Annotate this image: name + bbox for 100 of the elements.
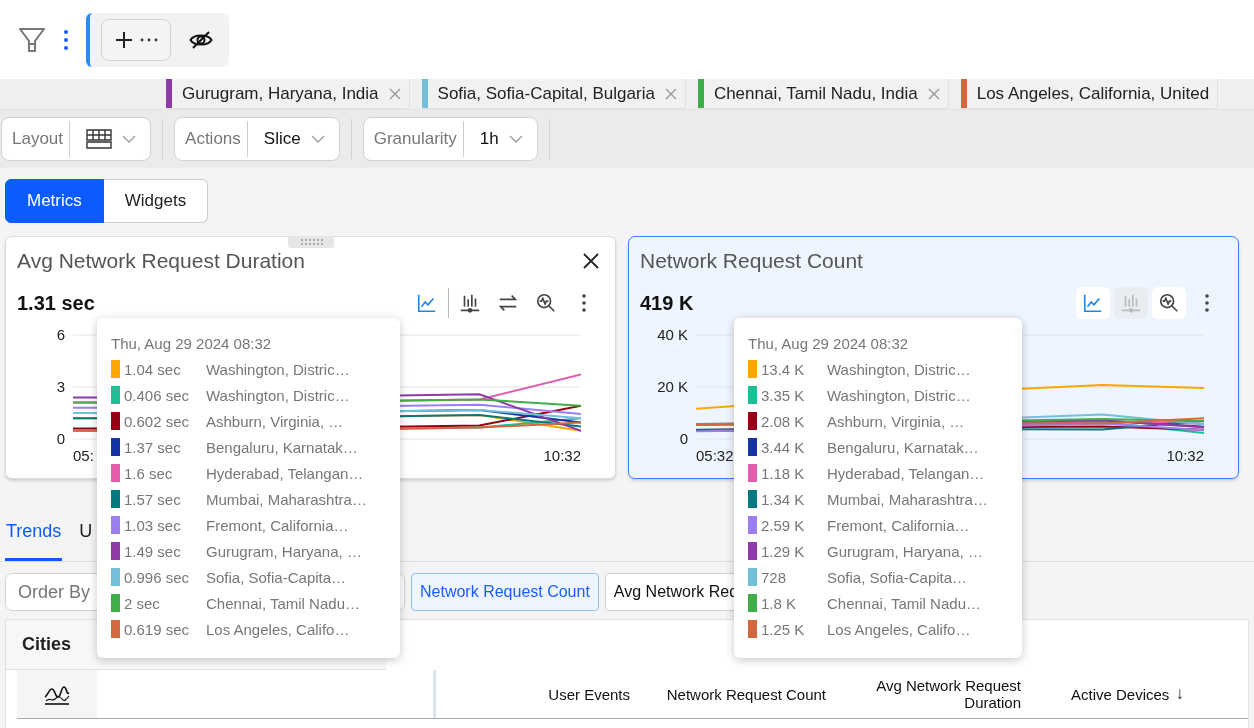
card-title: Avg Network Request Duration xyxy=(17,249,305,273)
series-label: Washington, Distric… xyxy=(206,360,350,378)
series-label: Mumbai, Maharashtra… xyxy=(206,490,367,508)
drag-handle-icon[interactable] xyxy=(288,236,334,248)
series-value: 0.602 sec xyxy=(124,412,191,430)
series-value: 13.4 K xyxy=(761,360,806,378)
series-label: Fremont, California… xyxy=(206,516,349,534)
series-label: Sofia, Sofia-Capita… xyxy=(206,568,347,586)
magnifier-icon xyxy=(1158,292,1180,314)
more-icon xyxy=(1205,294,1209,312)
ellipsis-icon xyxy=(140,37,158,42)
series-label: Washington, Distric… xyxy=(206,386,350,404)
series-label: Hyderabad, Telangan… xyxy=(827,464,985,482)
chip-label: Los Angeles, California, United xyxy=(976,83,1210,104)
dropdown[interactable]: 1h xyxy=(463,119,537,159)
dropdown[interactable]: Slice xyxy=(247,119,339,159)
axis-label: 05:32 xyxy=(696,447,734,464)
tooltip-date: Thu, Aug 29 2024 08:32 xyxy=(111,334,273,354)
series-label: Ashburn, Virginia, … xyxy=(827,412,965,430)
series-label: Washington, Distric… xyxy=(827,386,971,404)
series-value: 728 xyxy=(761,568,788,586)
zoom-button[interactable] xyxy=(1152,287,1186,319)
line-chart-icon xyxy=(1082,292,1104,314)
series-value: 3.44 K xyxy=(761,438,806,456)
series-value: 1.57 sec xyxy=(124,490,182,508)
series-value: 1.49 sec xyxy=(124,542,182,560)
close-icon[interactable] xyxy=(583,253,599,269)
series-label: Washington, Distric… xyxy=(827,360,971,378)
series-label: Los Angeles, Califo… xyxy=(827,620,971,638)
control-label: Granularity xyxy=(363,121,464,157)
chip-label: Gurugram, Haryana, India xyxy=(182,83,379,104)
control-label: Layout xyxy=(2,121,71,157)
axis-label: 6 xyxy=(56,327,65,343)
series-label: Bengaluru, Karnatak… xyxy=(827,438,979,456)
axis-label: 10:32 xyxy=(543,447,581,464)
more-icon xyxy=(582,294,586,312)
axis-label: 3 xyxy=(56,379,65,395)
axis-label: 20 K xyxy=(657,379,688,395)
axis-label: 0 xyxy=(679,431,688,447)
series-value: 2.59 K xyxy=(761,516,806,534)
sparkline-icon xyxy=(43,683,71,705)
series-label: Gurugram, Haryana, … xyxy=(206,542,362,560)
series-label: Mumbai, Maharashtra… xyxy=(827,490,988,508)
metric-value: 1.31 sec xyxy=(17,291,95,315)
line-chart-button[interactable] xyxy=(1076,287,1110,319)
series-label: Fremont, California… xyxy=(827,516,970,534)
column-label: User Events xyxy=(548,685,630,703)
control-label: Actions xyxy=(175,121,248,157)
chevron-down-icon xyxy=(508,135,523,143)
series-label: Sofia, Sofia-Capita… xyxy=(827,568,968,586)
bar-chart-icon xyxy=(459,292,481,314)
metric-value: 419 K xyxy=(640,291,694,315)
series-value: 0.996 sec xyxy=(124,568,191,586)
eye-slash-icon[interactable] xyxy=(189,29,213,50)
axis-label: 0 xyxy=(56,431,65,447)
series-value: 1.04 sec xyxy=(124,360,182,378)
plus-icon xyxy=(114,29,134,50)
series-label: Ashburn, Virginia, … xyxy=(206,412,344,430)
filter-chip[interactable]: Los Angeles, California, United xyxy=(960,79,1219,109)
series-value: 2.08 K xyxy=(761,412,806,430)
series-label: Bengaluru, Karnatak… xyxy=(206,438,358,456)
series-value: 3.35 K xyxy=(761,386,806,404)
series-value: 0.619 sec xyxy=(124,620,191,638)
axis-label: 05: xyxy=(73,447,94,464)
series-label: Hyderabad, Telangan… xyxy=(206,464,364,482)
grid-layout-icon xyxy=(86,129,113,149)
filter-icon[interactable] xyxy=(18,25,46,54)
column-label: Network Request Count xyxy=(666,685,826,703)
column-label: Avg Network Request Duration xyxy=(875,677,1021,711)
toggle-button[interactable]: Metrics xyxy=(5,179,104,223)
tab[interactable]: Trends xyxy=(5,504,63,561)
filter-chip[interactable]: Sofia, Sofia-Capital, Bulgaria xyxy=(421,79,686,109)
filter-chip[interactable]: Chennai, Tamil Nadu, India xyxy=(697,79,949,109)
series-label: Los Angeles, Califo… xyxy=(206,620,350,638)
series-label: Chennai, Tamil Nadu… xyxy=(206,594,360,612)
series-label: Gurugram, Haryana, … xyxy=(827,542,983,560)
toggle-button[interactable]: Widgets xyxy=(103,179,209,223)
chip-label: Sofia, Sofia-Capital, Bulgaria xyxy=(437,83,655,104)
series-value: 1.8 K xyxy=(761,594,798,612)
line-chart-icon xyxy=(416,292,438,314)
axis-label: 10:32 xyxy=(1166,447,1204,464)
chevron-down-icon xyxy=(310,135,325,143)
chip-label: Chennai, Tamil Nadu, India xyxy=(713,83,918,104)
series-value: 1.29 K xyxy=(761,542,806,560)
metric-chip[interactable]: Network Request Count xyxy=(411,573,599,611)
tooltip-date: Thu, Aug 29 2024 08:32 xyxy=(748,334,910,354)
column-label: Active Devices xyxy=(1071,685,1170,703)
series-value: 1.37 sec xyxy=(124,438,182,456)
bar-chart-icon xyxy=(1120,292,1142,314)
card-title: Network Request Count xyxy=(640,249,863,273)
series-label: Chennai, Tamil Nadu… xyxy=(827,594,981,612)
series-value: 1.18 K xyxy=(761,464,806,482)
series-value: 1.34 K xyxy=(761,490,806,508)
series-value: 1.25 K xyxy=(761,620,806,638)
chevron-down-icon xyxy=(122,135,137,143)
tab[interactable]: U xyxy=(78,504,94,561)
kebab-menu-icon[interactable] xyxy=(63,28,69,51)
sort-arrow[interactable]: ↓ xyxy=(1175,684,1184,704)
filter-chip[interactable]: Gurugram, Haryana, India xyxy=(166,79,410,109)
add-button[interactable] xyxy=(101,18,171,61)
